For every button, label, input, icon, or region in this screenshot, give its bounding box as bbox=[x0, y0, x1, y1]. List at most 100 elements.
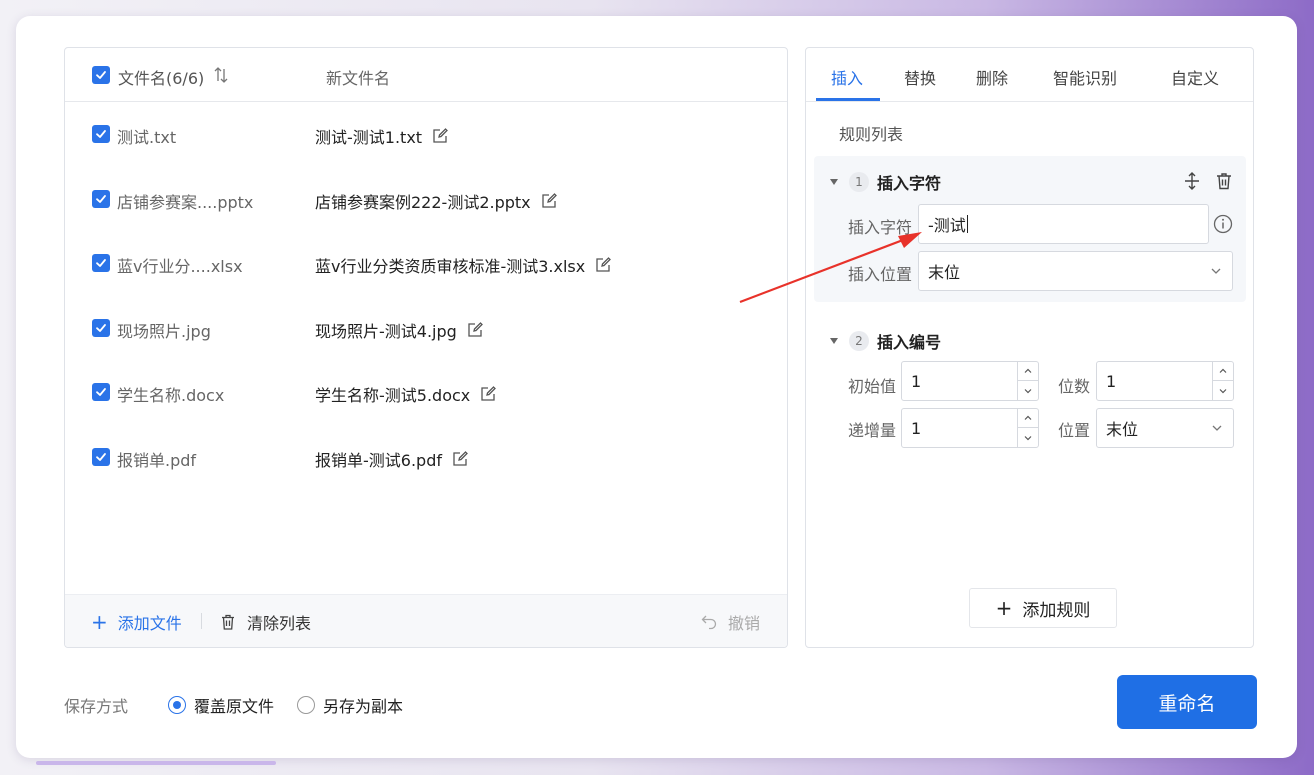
tab-insert[interactable]: 插入 bbox=[831, 65, 863, 89]
info-icon[interactable] bbox=[1213, 214, 1233, 234]
file-checkbox[interactable] bbox=[92, 190, 110, 208]
rule-index-badge: 2 bbox=[849, 331, 869, 351]
drag-handle-icon[interactable] bbox=[1182, 171, 1202, 191]
chevron-down-icon bbox=[1219, 388, 1227, 393]
decrement-button[interactable] bbox=[1018, 428, 1038, 447]
new-filename: 学生名称-测试5.docx bbox=[315, 382, 497, 406]
step-input[interactable]: 1 bbox=[901, 408, 1039, 448]
file-list-panel: 文件名(6/6) 新文件名 测试.txt 测试-测试1.txt 店铺参赛案...… bbox=[64, 47, 788, 648]
increment-button[interactable] bbox=[1018, 362, 1038, 381]
file-list-footer: + 添加文件 清除列表 撤销 bbox=[65, 594, 787, 647]
collapse-triangle-icon[interactable] bbox=[830, 338, 838, 344]
add-file-button[interactable]: + 添加文件 bbox=[91, 610, 182, 634]
start-value-label: 初始值 bbox=[848, 377, 897, 396]
rule-header[interactable]: 1 插入字符 bbox=[830, 170, 941, 194]
rule-insert-char: 1 插入字符 插入字符 -测试 插入位置 末位 bbox=[814, 156, 1246, 302]
edit-icon[interactable] bbox=[451, 450, 469, 468]
trash-icon bbox=[222, 614, 234, 630]
rule-title: 插入字符 bbox=[877, 174, 942, 193]
increment-button[interactable] bbox=[1213, 362, 1233, 381]
original-filename: 现场照片.jpg bbox=[117, 322, 211, 341]
new-filename: 现场照片-测试4.jpg bbox=[315, 318, 484, 342]
collapse-triangle-icon[interactable] bbox=[830, 179, 838, 185]
tab-smart-recognition[interactable]: 智能识别 bbox=[1053, 65, 1117, 89]
file-row: 现场照片.jpg 现场照片-测试4.jpg bbox=[65, 314, 787, 344]
number-position-select[interactable]: 末位 bbox=[1096, 408, 1234, 448]
insert-position-value: 末位 bbox=[928, 263, 961, 282]
insert-position-label: 插入位置 bbox=[848, 265, 913, 284]
file-row: 测试.txt 测试-测试1.txt bbox=[65, 120, 787, 150]
tab-replace[interactable]: 替换 bbox=[904, 65, 936, 89]
select-all-checkbox[interactable] bbox=[92, 66, 110, 84]
save-mode-label: 保存方式 bbox=[64, 697, 129, 716]
file-checkbox[interactable] bbox=[92, 448, 110, 466]
decrement-button[interactable] bbox=[1213, 381, 1233, 400]
radio-overwrite-label: 覆盖原文件 bbox=[194, 697, 275, 716]
tab-custom[interactable]: 自定义 bbox=[1171, 65, 1219, 89]
chevron-down-icon bbox=[1024, 388, 1032, 393]
chevron-up-icon bbox=[1219, 368, 1227, 373]
edit-icon[interactable] bbox=[431, 127, 449, 145]
rename-button[interactable]: 重命名 bbox=[1117, 675, 1257, 729]
edit-icon[interactable] bbox=[466, 321, 484, 339]
file-checkbox[interactable] bbox=[92, 254, 110, 272]
number-position-label: 位置 bbox=[1058, 421, 1091, 440]
rule-title: 插入编号 bbox=[877, 333, 942, 352]
file-checkbox[interactable] bbox=[92, 383, 110, 401]
tab-delete[interactable]: 删除 bbox=[976, 65, 1008, 89]
plus-icon: + bbox=[995, 596, 1013, 620]
undo-button[interactable]: 撤销 bbox=[700, 610, 760, 634]
new-filename-text: 报销单-测试6.pdf bbox=[315, 451, 442, 470]
new-filename: 报销单-测试6.pdf bbox=[315, 447, 469, 471]
radio-dot bbox=[297, 696, 315, 714]
active-tab-indicator bbox=[816, 98, 880, 101]
start-value-stepper bbox=[1017, 362, 1038, 400]
new-filename: 测试-测试1.txt bbox=[315, 124, 449, 148]
add-rule-button[interactable]: + 添加规则 bbox=[969, 588, 1117, 628]
rule-index-badge: 1 bbox=[849, 172, 869, 192]
rule-actions bbox=[1182, 171, 1234, 191]
insert-char-label: 插入字符 bbox=[848, 218, 913, 237]
rule-header[interactable]: 2 插入编号 bbox=[830, 329, 941, 353]
file-checkbox[interactable] bbox=[92, 319, 110, 337]
text-cursor bbox=[966, 215, 968, 233]
decrement-button[interactable] bbox=[1018, 381, 1038, 400]
edit-icon[interactable] bbox=[594, 256, 612, 274]
rename-dialog: 文件名(6/6) 新文件名 测试.txt 测试-测试1.txt 店铺参赛案...… bbox=[16, 16, 1297, 758]
chevron-down-icon bbox=[1211, 268, 1221, 274]
file-checkbox[interactable] bbox=[92, 125, 110, 143]
radio-dot bbox=[168, 696, 186, 714]
sort-icon[interactable] bbox=[213, 66, 229, 84]
new-filename-text: 蓝v行业分类资质审核标准-测试3.xlsx bbox=[315, 257, 586, 276]
check-icon bbox=[96, 130, 106, 138]
footer-divider bbox=[201, 613, 202, 629]
digits-stepper bbox=[1212, 362, 1233, 400]
insert-char-input[interactable]: -测试 bbox=[918, 204, 1209, 244]
rules-list-title: 规则列表 bbox=[839, 125, 904, 144]
clear-list-button[interactable]: 清除列表 bbox=[219, 610, 311, 634]
undo-icon bbox=[701, 615, 717, 630]
new-filename: 蓝v行业分类资质审核标准-测试3.xlsx bbox=[315, 253, 612, 277]
edit-icon[interactable] bbox=[540, 192, 558, 210]
original-filename: 学生名称.docx bbox=[117, 386, 225, 405]
file-row: 报销单.pdf 报销单-测试6.pdf bbox=[65, 443, 787, 473]
radio-save-copy[interactable]: 另存为副本 bbox=[297, 693, 403, 717]
digits-input[interactable]: 1 bbox=[1096, 361, 1234, 401]
clear-list-label: 清除列表 bbox=[247, 614, 312, 633]
file-row: 店铺参赛案....pptx 店铺参赛案例222-测试2.pptx bbox=[65, 185, 787, 215]
insert-position-select[interactable]: 末位 bbox=[918, 251, 1233, 291]
check-icon bbox=[96, 388, 106, 396]
chevron-down-icon bbox=[1024, 435, 1032, 440]
new-filename-text: 测试-测试1.txt bbox=[315, 128, 423, 147]
insert-char-value: -测试 bbox=[928, 216, 966, 235]
new-filename: 店铺参赛案例222-测试2.pptx bbox=[315, 189, 558, 213]
file-list-header: 文件名(6/6) 新文件名 bbox=[65, 48, 787, 102]
trash-icon[interactable] bbox=[1214, 171, 1234, 191]
start-value: 1 bbox=[911, 371, 922, 391]
edit-icon[interactable] bbox=[479, 385, 497, 403]
original-filename: 店铺参赛案....pptx bbox=[117, 193, 254, 212]
radio-overwrite[interactable]: 覆盖原文件 bbox=[168, 693, 274, 717]
increment-button[interactable] bbox=[1018, 409, 1038, 428]
start-value-input[interactable]: 1 bbox=[901, 361, 1039, 401]
file-row: 学生名称.docx 学生名称-测试5.docx bbox=[65, 378, 787, 408]
